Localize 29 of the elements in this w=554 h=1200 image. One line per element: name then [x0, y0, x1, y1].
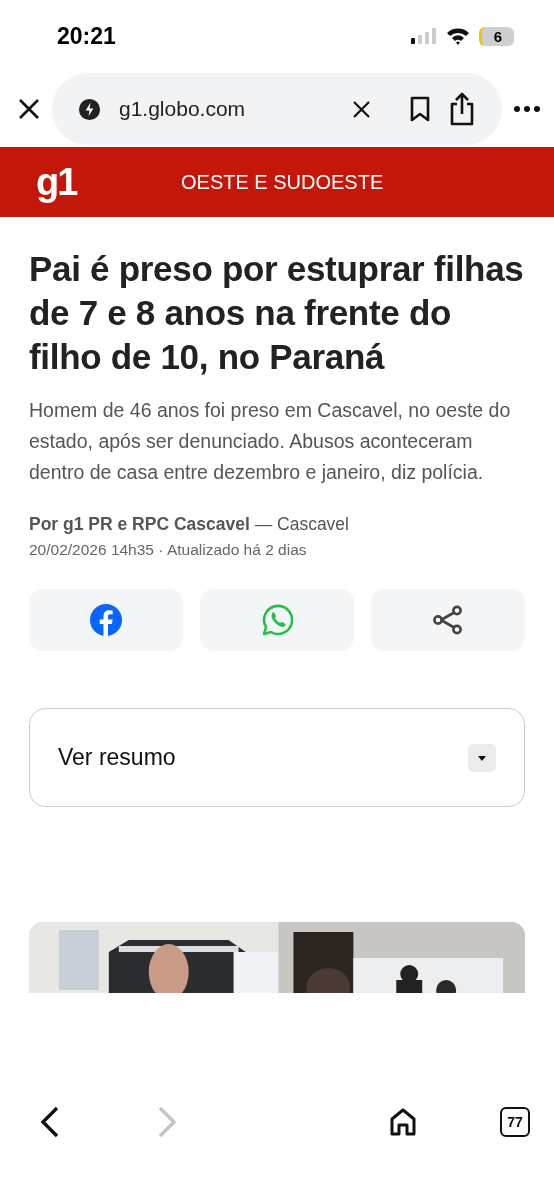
tabs-button[interactable]: 77: [499, 1107, 530, 1137]
forward-icon: [156, 1106, 177, 1138]
share-icon: [433, 605, 463, 635]
clear-icon[interactable]: [353, 100, 370, 118]
signal-icon: [410, 28, 437, 44]
more-icon: [514, 106, 540, 112]
share-button[interactable]: [29, 589, 183, 651]
close-icon: [18, 98, 40, 120]
summary-label: Ver resumo: [58, 744, 176, 771]
share-icon[interactable]: [448, 92, 476, 126]
article-date: 20/02/2026 14h35 · Atualizado há 2 dias: [29, 541, 308, 559]
site-logo[interactable]: g1: [36, 160, 181, 204]
home-icon: [389, 1107, 418, 1137]
status-time: 20:21: [57, 22, 116, 50]
address-bar[interactable]: g1.globo.com: [52, 73, 502, 145]
article-byline: Por g1 PR e RPC Cascavel — Cascavel: [29, 514, 350, 535]
url-text: g1.globo.com: [119, 97, 247, 121]
summary-toggle[interactable]: Ver resumo: [29, 708, 525, 807]
facebook-icon: [90, 604, 122, 636]
whatsapp-icon: [261, 604, 293, 636]
back-icon: [40, 1106, 60, 1138]
battery-level: 6: [478, 26, 514, 46]
bookmark-icon[interactable]: [410, 96, 430, 122]
wifi-icon: [445, 27, 470, 45]
article-title: Pai é preso por estuprar filhas de 7 e 8 anos na frente do filho de 10, no Paraná: [29, 248, 525, 378]
bolt-icon: [78, 97, 101, 121]
share-button[interactable]: [371, 589, 525, 651]
section-link[interactable]: OESTE E SUDOESTE: [181, 170, 384, 194]
article-subtitle: Homem de 46 anos foi preso em Cascavel, no oeste do estado, após ser denunciado. Abusos aconteceram dentro de casa entre dezembro e janeiro, diz polícia.: [29, 398, 512, 485]
